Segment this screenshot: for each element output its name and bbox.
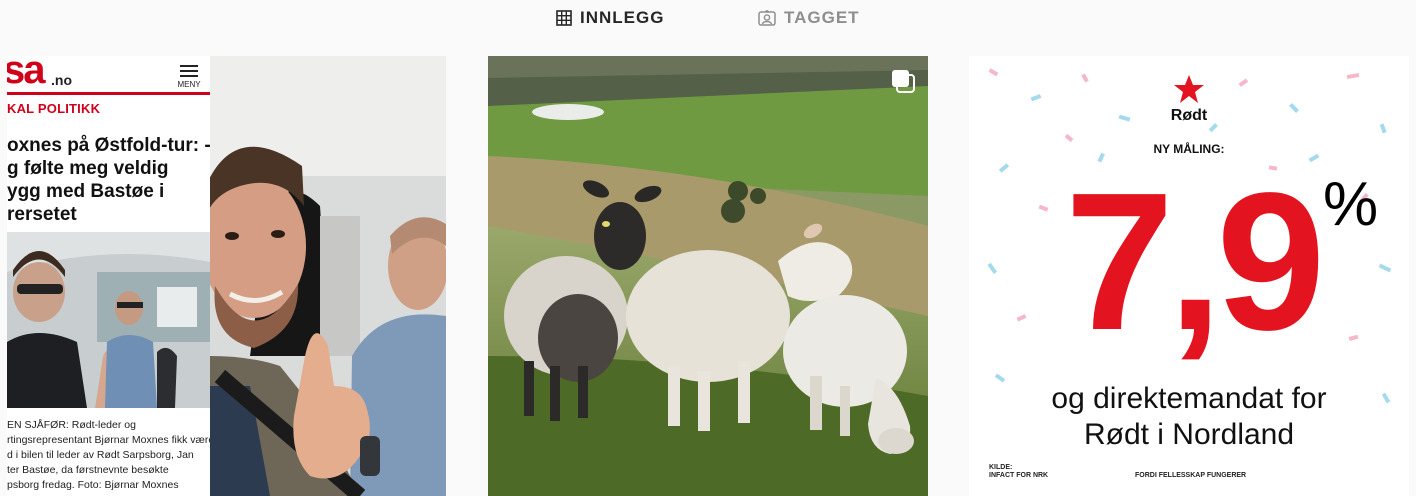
tab-posts-label: INNLEGG <box>580 8 665 27</box>
news-header: sa .no MENY <box>7 56 210 95</box>
grid-icon <box>556 10 572 26</box>
post-thumbnail-news-selfie[interactable]: sa .no MENY KAL POLITIKK oxnes på Østfol… <box>7 56 446 496</box>
carousel-icon <box>890 68 916 94</box>
news-article-screenshot: sa .no MENY KAL POLITIKK oxnes på Østfol… <box>7 56 210 496</box>
poll-source-label: KILDE: <box>989 464 1013 471</box>
party-slogan: FORDI FELLESSKAP FUNGERER <box>1135 472 1247 479</box>
rodt-logo: Rødt <box>1159 74 1219 125</box>
selfie-photo <box>210 56 446 496</box>
tab-posts[interactable]: INNLEGG <box>556 8 664 28</box>
tab-tagged[interactable]: TAGGET <box>758 8 860 28</box>
tagged-portrait-icon <box>758 10 776 26</box>
poll-description: og direktemandat for Rødt i Nordland <box>1051 382 1327 451</box>
news-photo-caption: EN SJÅFØR: Rødt-leder og rtingsrepresent… <box>7 419 210 491</box>
hamburger-icon <box>176 65 202 77</box>
red-star-icon <box>1174 75 1204 103</box>
poll-unit: % <box>1323 170 1379 239</box>
sheep-photo <box>488 56 928 496</box>
news-menu-label: MENY <box>177 80 201 89</box>
party-name: Rødt <box>1170 107 1208 124</box>
post-thumbnail-sheep[interactable] <box>488 56 928 496</box>
poll-value: 7,9 <box>1065 152 1325 371</box>
poll-source: INFACT FOR NRK <box>989 472 1049 479</box>
news-photo <box>7 232 210 408</box>
news-section-label: KAL POLITIKK <box>7 101 101 116</box>
news-menu: MENY <box>176 62 202 89</box>
news-logo-domain: .no <box>51 72 72 88</box>
profile-tabs: INNLEGG TAGGET <box>0 0 1416 36</box>
post-thumbnail-poll[interactable]: Rødt NY MÅLING: 7,9 % og direktemandat f… <box>969 56 1409 496</box>
tab-tagged-label: TAGGET <box>784 8 860 27</box>
news-headline: oxnes på Østfold-tur: - g følte meg veld… <box>7 135 210 225</box>
news-logo: sa <box>7 56 45 92</box>
